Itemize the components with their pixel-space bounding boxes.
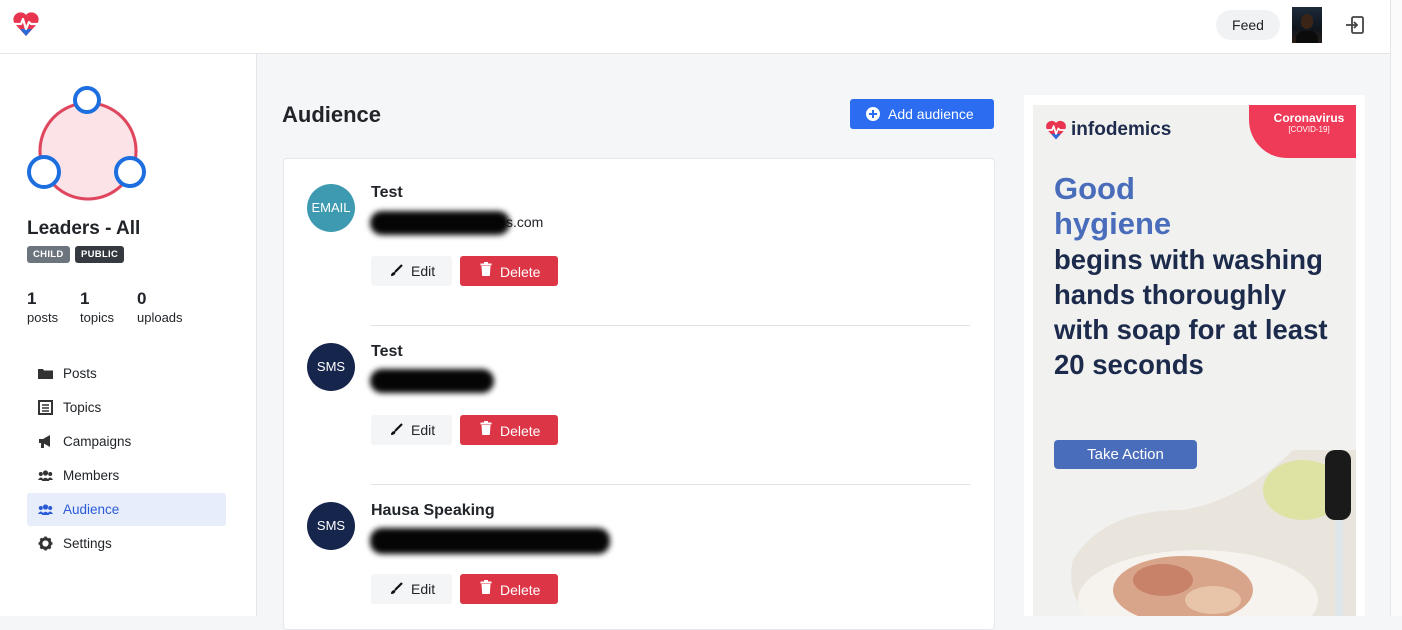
edit-label: Edit — [411, 581, 436, 597]
infodemics-logo-icon — [1046, 120, 1066, 140]
avatar-shirt — [1296, 31, 1318, 43]
audience-name: Hausa Speaking — [371, 502, 495, 519]
audience-name: Test — [371, 343, 403, 360]
add-audience-label: Add audience — [888, 106, 974, 122]
delete-label: Delete — [500, 423, 541, 439]
sidebar-item-campaigns[interactable]: Campaigns — [27, 425, 226, 458]
public-badge: PUBLIC — [75, 246, 125, 263]
edit-button[interactable]: Edit — [371, 256, 452, 286]
edit-label: Edit — [411, 263, 436, 279]
redacted-contact — [370, 369, 494, 393]
sidebar-item-label: Settings — [63, 536, 112, 551]
feed-button[interactable]: Feed — [1216, 10, 1280, 40]
stat-label: posts — [27, 310, 59, 325]
channel-avatar-sms: SMS — [307, 502, 355, 550]
page-title: Audience — [282, 102, 382, 127]
window-scrollbar[interactable] — [1390, 0, 1402, 616]
group-logo-icon — [27, 86, 146, 201]
edit-button[interactable]: Edit — [371, 415, 452, 445]
child-badge: CHILD — [27, 246, 70, 263]
gear-icon — [38, 536, 53, 551]
group-sidebar: Leaders - All CHILD PUBLIC 1 posts 1 top… — [0, 54, 257, 616]
take-action-button[interactable]: Take Action — [1054, 440, 1197, 469]
delete-button[interactable]: Delete — [460, 574, 558, 604]
sidebar-item-topics[interactable]: Topics — [27, 391, 226, 424]
channel-avatar-email: EMAIL — [307, 184, 355, 232]
audience-contact: s.com — [506, 214, 544, 230]
stat-value: 1 — [80, 289, 90, 308]
ad-panel[interactable]: infodemics Coronavirus [COVID-19] Good h… — [1024, 95, 1365, 616]
brush-icon — [391, 582, 403, 594]
folder-icon — [38, 369, 53, 379]
stat-label: uploads — [137, 310, 183, 325]
brush-icon — [391, 423, 403, 435]
add-audience-button[interactable]: Add audience — [850, 99, 994, 129]
stat-posts: 1 posts — [27, 289, 58, 325]
channel-avatar-sms: SMS — [307, 343, 355, 391]
sidebar-item-audience[interactable]: Audience — [27, 493, 226, 526]
stat-value: 0 — [137, 289, 147, 308]
brush-icon — [391, 264, 403, 276]
delete-button[interactable]: Delete — [460, 415, 558, 445]
delete-label: Delete — [500, 264, 541, 280]
megaphone-icon — [39, 435, 50, 448]
ad-body: begins with washing hands thoroughly wit… — [1054, 244, 1328, 380]
group-name: Leaders - All — [27, 218, 141, 239]
coronavirus-tag: Coronavirus [COVID-19] — [1249, 105, 1356, 158]
users-icon — [38, 504, 53, 515]
redacted-contact — [370, 528, 610, 554]
audience-name: Test — [371, 184, 403, 201]
ad-banner[interactable]: infodemics Coronavirus [COVID-19] Good h… — [1033, 105, 1356, 616]
stat-uploads: 0 uploads — [137, 289, 183, 325]
logo-icon[interactable] — [12, 10, 40, 38]
logout-icon[interactable] — [1344, 14, 1366, 36]
coronavirus-tag-sub: [COVID-19] — [1288, 125, 1330, 134]
user-avatar[interactable] — [1292, 7, 1322, 43]
coronavirus-tag-title: Coronavirus — [1273, 111, 1345, 125]
ad-brand-name: infodemics — [1071, 119, 1172, 140]
ad-headline-line: Good — [1054, 171, 1135, 206]
delete-label: Delete — [500, 582, 541, 598]
handwash-photo — [1071, 450, 1356, 616]
delete-button[interactable]: Delete — [460, 256, 558, 286]
list-icon — [38, 400, 53, 415]
ad-headline-line: hygiene — [1054, 206, 1172, 241]
sidebar-item-label: Members — [63, 468, 120, 483]
audience-item: SMS Hausa Speaking Edit Delete — [284, 477, 994, 627]
ad-headline: Good hygiene — [1054, 171, 1171, 241]
sidebar-item-members[interactable]: Members — [27, 459, 226, 492]
audience-list-card: EMAIL Test s.com Edit Delete SMS Test Ed… — [283, 158, 995, 630]
trash-icon — [480, 580, 492, 594]
trash-icon — [480, 421, 492, 435]
edit-button[interactable]: Edit — [371, 574, 452, 604]
top-navbar: Feed — [0, 0, 1390, 54]
stat-value: 1 — [27, 289, 37, 308]
stat-topics: 1 topics — [80, 289, 114, 325]
audience-item: EMAIL Test s.com Edit Delete — [284, 159, 994, 309]
sidebar-item-label: Topics — [63, 400, 102, 415]
edit-label: Edit — [411, 422, 436, 438]
plus-circle-icon — [866, 107, 880, 121]
users-icon — [38, 470, 53, 481]
ad-brand: infodemics — [1045, 117, 1185, 143]
stat-label: topics — [80, 310, 114, 325]
sidebar-item-label: Audience — [63, 502, 120, 517]
sidebar-item-posts[interactable]: Posts — [27, 357, 226, 390]
sidebar-item-label: Campaigns — [63, 434, 132, 449]
sidebar-item-label: Posts — [63, 366, 97, 381]
trash-icon — [480, 262, 492, 276]
avatar-face — [1301, 14, 1313, 29]
sidebar-item-settings[interactable]: Settings — [27, 527, 226, 560]
redacted-contact — [370, 211, 510, 235]
audience-item: SMS Test Edit Delete — [284, 318, 994, 468]
